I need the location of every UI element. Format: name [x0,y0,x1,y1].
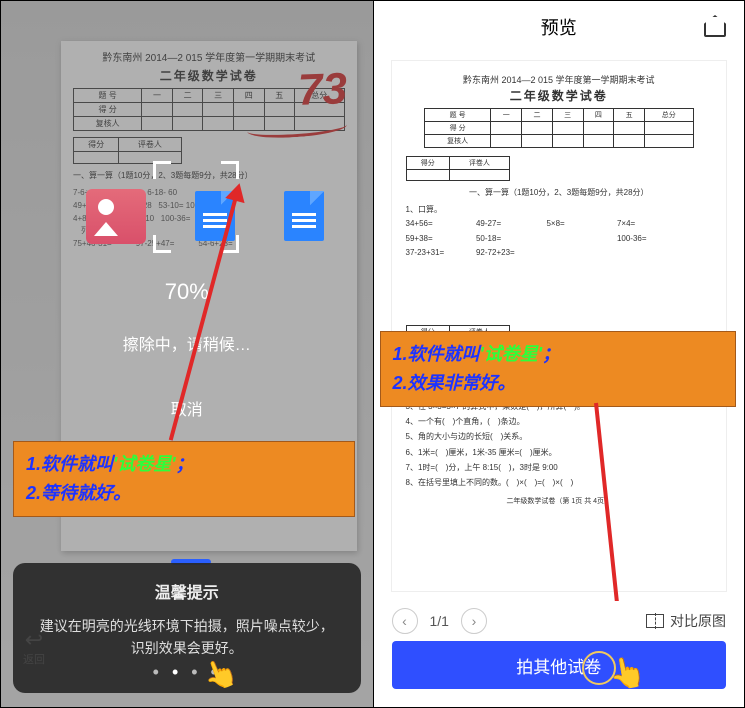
home-icon[interactable] [704,15,726,37]
compare-icon [646,614,664,628]
preview-area: 黔东南州 2014—2 015 学年度第一学期期末考试 二年级数学试卷 题 号一… [374,53,745,601]
capture-more-button[interactable]: 拍其他试卷 👆 [392,641,727,689]
paper-footer: 二年级数学试卷（第 1页 共 4页） [406,496,713,506]
preview-paper: 黔东南州 2014—2 015 学年度第一学期期末考试 二年级数学试卷 题 号一… [392,61,727,591]
pagination-dots[interactable]: • • • • [13,662,361,683]
preview-screen: 预览 黔东南州 2014—2 015 学年度第一学期期末考试 二年级数学试卷 题… [373,1,745,707]
prev-page-button[interactable]: ‹ [392,608,418,634]
capture-screen: 黔东南州 2014—2 015 学年度第一学期期末考试 二年级数学试卷 题 号一… [1,1,373,707]
annotation-box-right: 1.软件就叫'试卷星'； 2.效果非常好。 [380,331,737,407]
erasing-status: 擦除中，请稍候… [1,331,373,355]
tip-title: 温馨提示 [33,579,341,603]
cancel-button[interactable]: 取消 [1,396,373,420]
pointing-hand-icon: 👆 [606,653,649,694]
section-1-title: 一、算一算（1题10分，2、3题每题9分，共28分） [406,187,713,198]
exam-title: 黔东南州 2014—2 015 学年度第一学期期末考试 [406,73,713,87]
back-button[interactable]: ↩ 返回 [23,627,45,667]
document-icon [284,191,324,241]
compare-original-button[interactable]: 对比原图 [646,611,726,631]
top-bar: 预览 [374,1,745,53]
next-page-button[interactable]: › [461,608,487,634]
page-title: 预览 [541,14,577,40]
calc-title: 1、口算。 [406,204,713,215]
tip-card: 温馨提示 建议在明亮的光线环境下拍摄，照片噪点较少，识别效果会更好。 • • •… [13,563,361,693]
tip-body: 建议在明亮的光线环境下拍摄，照片噪点较少，识别效果会更好。 [33,615,341,660]
annotation-box-left: 1.软件就叫'试卷星'； 2.等待就好。 [13,441,355,517]
progress-percent: 70% [1,279,373,305]
pager-row: ‹ 1/1 › 对比原图 [374,601,745,641]
page-indicator: 1/1 [430,613,449,629]
score-table: 题 号一二三四五总分 得 分 复核人 [424,108,694,148]
calc-grid: 34+56=49-27=5×8=7×4= 59+38=50-18=100-36=… [406,217,713,260]
image-icon [86,189,146,244]
marker-table: 得分评卷人 [406,156,510,181]
back-arrow-icon: ↩ [23,627,45,653]
paper-subtitle: 二年级数学试卷 [406,87,713,104]
